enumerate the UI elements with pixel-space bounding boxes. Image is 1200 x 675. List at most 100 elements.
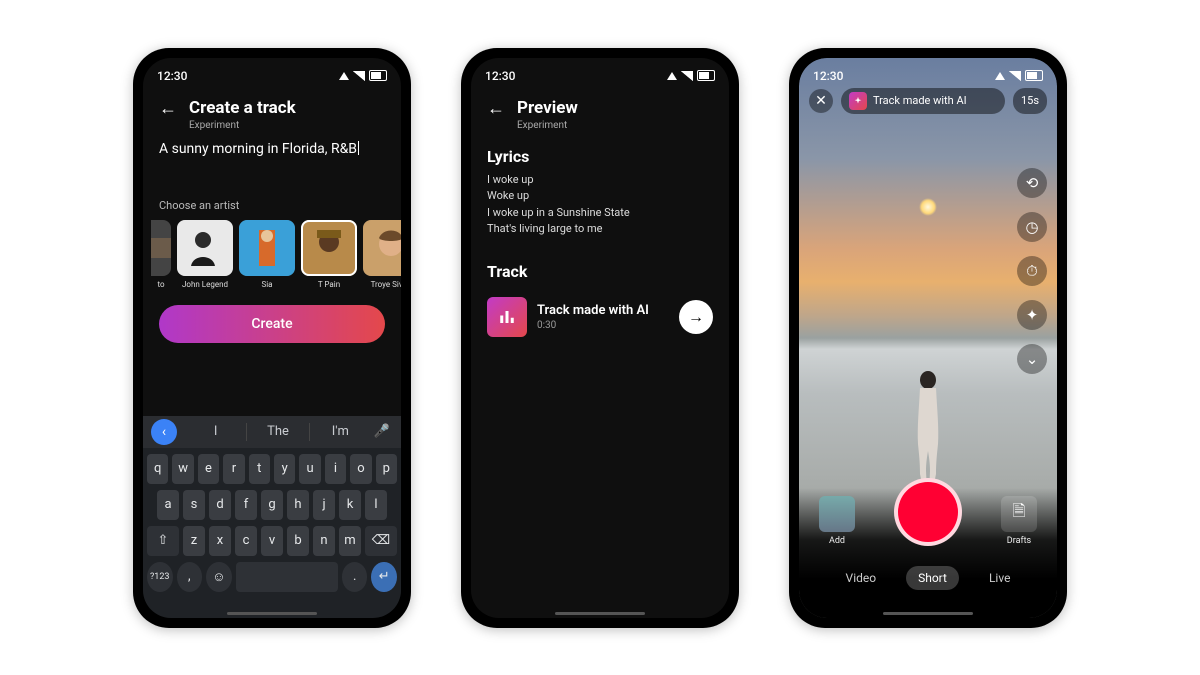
track-name: Track made with AI xyxy=(537,303,669,318)
period-key[interactable]: . xyxy=(342,562,368,592)
keyboard-suggestion-bar: ‹ I The I'm 🎤 xyxy=(143,416,401,448)
track-duration: 0:30 xyxy=(537,320,669,331)
artist-option-troye-sivan[interactable]: Troye Sivan xyxy=(363,220,401,289)
artist-option-t-pain[interactable]: T Pain xyxy=(301,220,357,289)
key-k[interactable]: k xyxy=(339,490,361,520)
tab-short[interactable]: Short xyxy=(906,566,959,590)
track-row: Track made with AI 0:30 → xyxy=(471,287,729,347)
key-g[interactable]: g xyxy=(261,490,283,520)
camera-mode-tabs: Video Short Live xyxy=(799,566,1057,590)
battery-icon xyxy=(369,70,387,81)
key-v[interactable]: v xyxy=(261,526,283,556)
prompt-input[interactable]: A sunny morning in Florida, R&B xyxy=(143,137,401,169)
suggestion-2[interactable]: The xyxy=(247,424,308,439)
key-j[interactable]: j xyxy=(313,490,335,520)
status-time: 12:30 xyxy=(813,69,843,83)
sparkle-icon xyxy=(849,92,867,110)
lyric-line: Woke up xyxy=(487,188,713,205)
key-o[interactable]: o xyxy=(350,454,371,484)
key-f[interactable]: f xyxy=(235,490,257,520)
backspace-key[interactable]: ⌫ xyxy=(365,526,397,556)
speed-button[interactable]: ◷ xyxy=(1017,212,1047,242)
flip-camera-button[interactable]: ⟲ xyxy=(1017,168,1047,198)
header: ← Create a track Experiment xyxy=(143,88,401,137)
text-cursor xyxy=(358,141,359,155)
page-subtitle: Experiment xyxy=(189,120,296,131)
status-icons xyxy=(667,70,715,81)
camera-bottom-row: Add 🗎 Drafts xyxy=(799,478,1057,546)
keyboard-expand-button[interactable]: ‹ xyxy=(151,419,177,445)
camera-top-bar: ✕ Track made with AI 15s xyxy=(809,88,1047,114)
wifi-icon xyxy=(339,72,349,80)
key-l[interactable]: l xyxy=(365,490,387,520)
more-tools-button[interactable]: ⌄ xyxy=(1017,344,1047,374)
effects-button[interactable]: ✦ xyxy=(1017,300,1047,330)
enter-key[interactable]: ↵ xyxy=(371,562,397,592)
add-gallery-button[interactable]: Add xyxy=(819,496,855,546)
key-u[interactable]: u xyxy=(299,454,320,484)
status-bar: 12:30 xyxy=(799,58,1057,88)
soundtrack-pill[interactable]: Track made with AI xyxy=(841,88,1005,114)
status-bar: 12:30 xyxy=(471,58,729,88)
symbols-key[interactable]: ?123 xyxy=(147,562,173,592)
keyboard: qwertyuiop asdfghjkl ⇧ zxcvbnm ⌫ ?123 , … xyxy=(143,448,401,618)
drafts-button[interactable]: 🗎 Drafts xyxy=(1001,496,1037,546)
play-next-button[interactable]: → xyxy=(679,300,713,334)
key-q[interactable]: q xyxy=(147,454,168,484)
soundtrack-label: Track made with AI xyxy=(873,94,967,107)
suggestion-1[interactable]: I xyxy=(185,424,246,439)
sun-icon xyxy=(919,198,937,216)
status-bar: 12:30 xyxy=(143,58,401,88)
artist-carousel[interactable]: to John Legend Sia T Pain Troye Sivan xyxy=(143,220,401,289)
key-i[interactable]: i xyxy=(325,454,346,484)
tab-video[interactable]: Video xyxy=(834,566,889,590)
key-t[interactable]: t xyxy=(249,454,270,484)
home-indicator[interactable] xyxy=(227,612,317,615)
timer-button[interactable]: ⏱ xyxy=(1017,256,1047,286)
shift-key[interactable]: ⇧ xyxy=(147,526,179,556)
record-button[interactable] xyxy=(894,478,962,546)
phone-shorts-camera: 12:30 ✕ Track made with AI 15s ⟲ ◷ ⏱ ✦ ⌄ xyxy=(789,48,1067,628)
lyric-line: I woke up xyxy=(487,172,713,189)
tab-live[interactable]: Live xyxy=(977,566,1022,590)
artist-option[interactable]: to xyxy=(151,220,171,289)
key-h[interactable]: h xyxy=(287,490,309,520)
key-row-1: qwertyuiop xyxy=(147,454,397,484)
home-indicator[interactable] xyxy=(555,612,645,615)
key-n[interactable]: n xyxy=(313,526,335,556)
key-s[interactable]: s xyxy=(183,490,205,520)
screen: 12:30 ✕ Track made with AI 15s ⟲ ◷ ⏱ ✦ ⌄ xyxy=(799,58,1057,618)
duration-selector[interactable]: 15s xyxy=(1013,88,1047,114)
signal-icon xyxy=(681,71,693,81)
home-indicator[interactable] xyxy=(883,612,973,615)
space-key[interactable] xyxy=(236,562,338,592)
key-e[interactable]: e xyxy=(198,454,219,484)
close-button[interactable]: ✕ xyxy=(809,89,833,113)
key-x[interactable]: x xyxy=(209,526,231,556)
key-p[interactable]: p xyxy=(376,454,397,484)
emoji-key[interactable]: ☺ xyxy=(206,562,232,592)
status-icons xyxy=(995,70,1043,81)
create-button[interactable]: Create xyxy=(159,305,385,343)
artist-option-john-legend[interactable]: John Legend xyxy=(177,220,233,289)
battery-icon xyxy=(697,70,715,81)
wifi-icon xyxy=(995,72,1005,80)
choose-artist-label: Choose an artist xyxy=(143,199,401,212)
bars-icon xyxy=(498,308,516,326)
back-button[interactable]: ← xyxy=(159,100,177,118)
back-button[interactable]: ← xyxy=(487,100,505,118)
key-w[interactable]: w xyxy=(172,454,193,484)
mic-icon[interactable]: 🎤 xyxy=(371,424,393,439)
key-y[interactable]: y xyxy=(274,454,295,484)
artist-option-sia[interactable]: Sia xyxy=(239,220,295,289)
key-c[interactable]: c xyxy=(235,526,257,556)
suggestion-3[interactable]: I'm xyxy=(310,424,371,439)
key-b[interactable]: b xyxy=(287,526,309,556)
phone-preview: 12:30 ← Preview Experiment Lyrics I woke… xyxy=(461,48,739,628)
key-m[interactable]: m xyxy=(339,526,361,556)
key-r[interactable]: r xyxy=(223,454,244,484)
key-z[interactable]: z xyxy=(183,526,205,556)
key-d[interactable]: d xyxy=(209,490,231,520)
comma-key[interactable]: , xyxy=(177,562,203,592)
key-a[interactable]: a xyxy=(157,490,179,520)
